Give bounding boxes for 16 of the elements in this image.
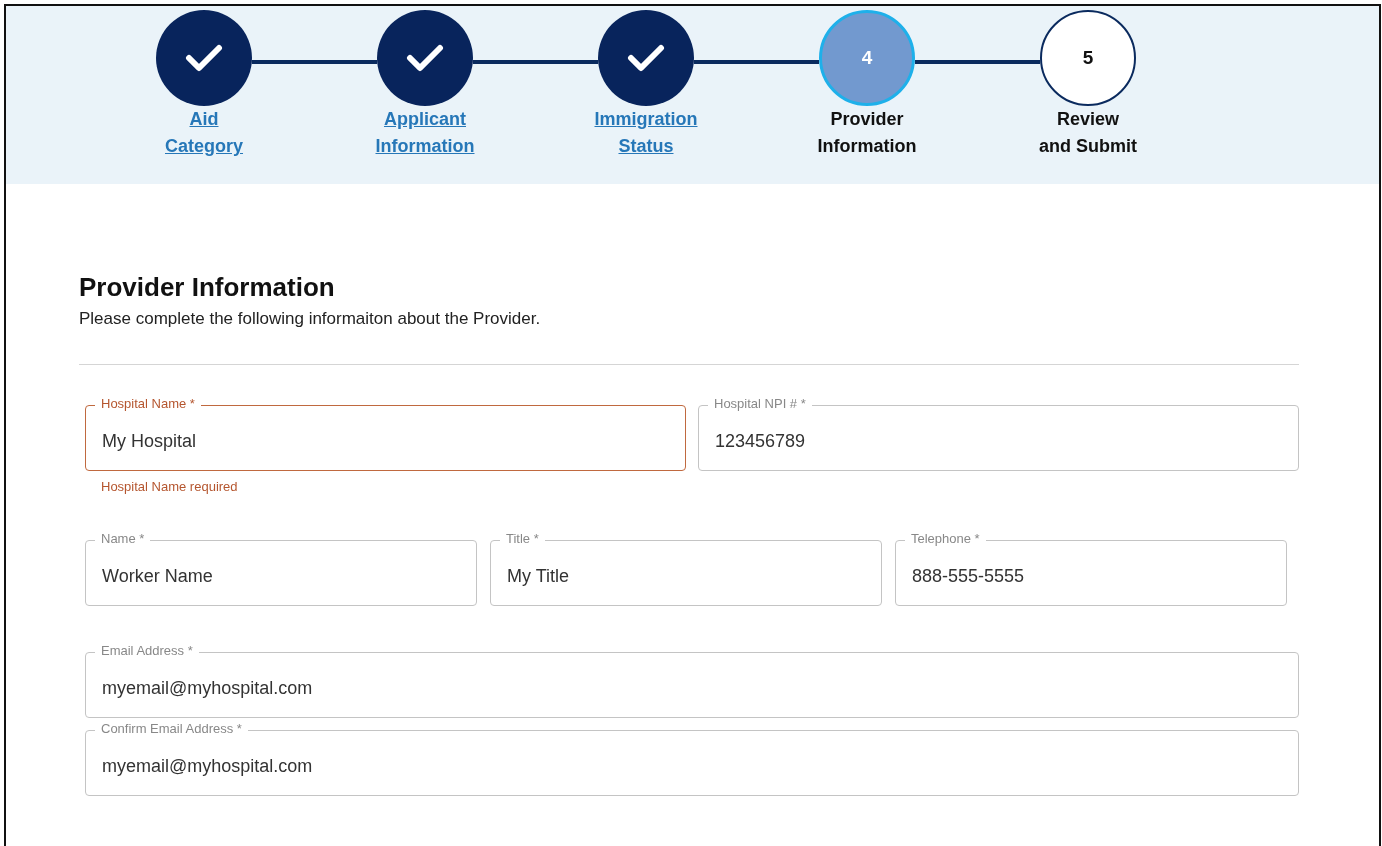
step-number: 4	[861, 47, 873, 69]
field-label: Hospital NPI # *	[708, 396, 812, 412]
error-message: Hospital Name required	[100, 479, 239, 494]
check-icon	[406, 43, 444, 73]
section-description: Please complete the following informaiton about the Provider.	[79, 309, 542, 329]
field-label: Hospital Name *	[95, 396, 201, 412]
field-label: Telephone *	[905, 531, 986, 547]
step-link[interactable]: Applicant Information	[345, 106, 505, 160]
check-icon	[627, 43, 665, 73]
section-title: Provider Information	[79, 272, 336, 303]
step-label: Provider Information	[816, 108, 918, 158]
step-link[interactable]: Aid Category	[124, 106, 284, 160]
check-icon	[185, 43, 223, 73]
step-number: 5	[1082, 47, 1094, 69]
step-label: Review and Submit	[1038, 108, 1138, 158]
step-link[interactable]: Immigration Status	[566, 106, 726, 160]
